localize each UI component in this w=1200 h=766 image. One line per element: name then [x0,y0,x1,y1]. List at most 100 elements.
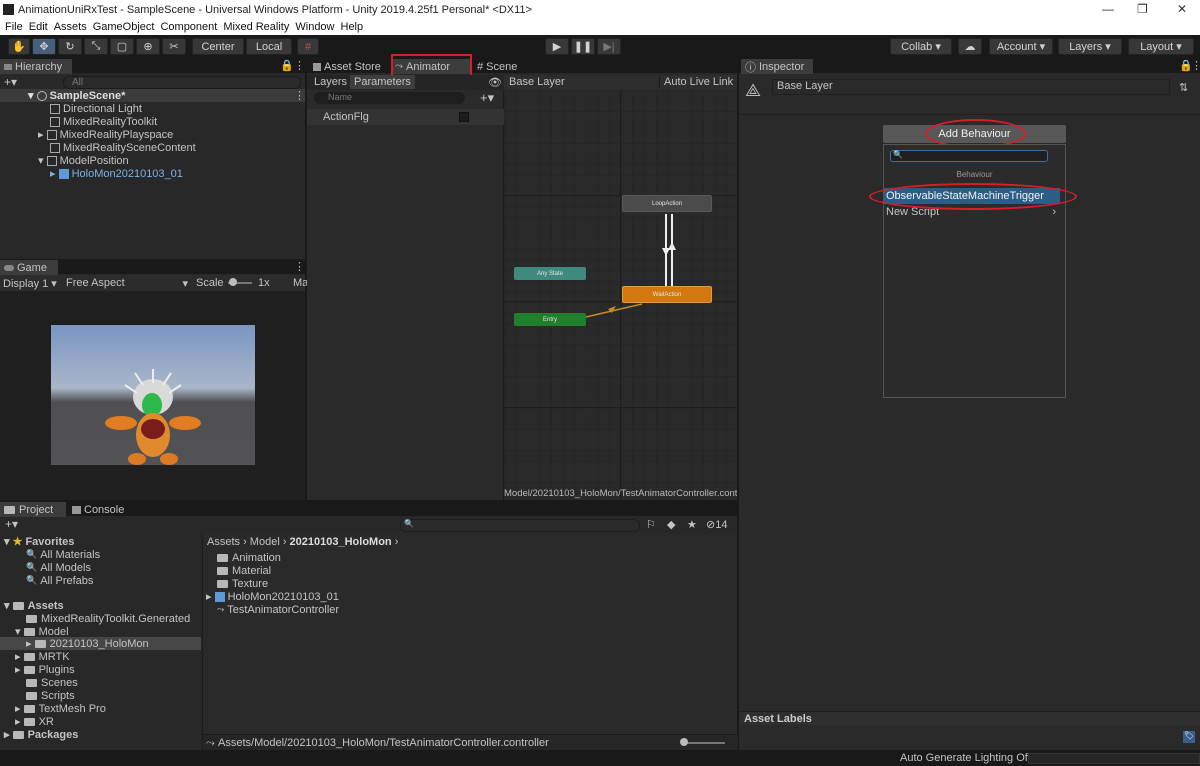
pause-button[interactable]: ❚❚ [571,38,595,55]
parameter-row[interactable]: ActionFlg [307,109,504,125]
cloud-icon[interactable]: ☁ [958,38,982,55]
state-any[interactable]: Any State [514,267,586,280]
game-kebab-icon[interactable]: ⋮ [294,260,305,273]
tree-folder-selected[interactable]: ▸ 20210103_HoloMon [26,637,149,651]
transform-tool-icon[interactable]: ⊕ [136,38,160,55]
hierarchy-search-input[interactable]: All [63,76,301,89]
asset-item[interactable]: Texture [217,577,268,590]
favorite-item[interactable]: 🔍 All Models [26,561,91,574]
tab-project[interactable]: Project [0,502,66,517]
state-graph[interactable]: LoopAction Any State WaitAction Entry Mo… [504,90,737,500]
icon-size-slider[interactable] [683,742,725,744]
layer-breadcrumb[interactable]: Base Layer [509,76,565,88]
hierarchy-item[interactable]: ▸ MixedRealityPlayspace [38,128,173,142]
tag-icon[interactable]: 🏷 [1183,731,1195,743]
state-waitaction[interactable]: WaitAction [622,286,712,303]
behaviour-search-input[interactable]: 🔍 [890,150,1048,162]
project-create-icon[interactable]: +▾ [5,517,18,531]
play-button[interactable]: ▶ [545,38,569,55]
asset-item[interactable]: Animation [217,551,281,564]
parameter-bool-checkbox[interactable] [459,112,469,122]
assets-node[interactable]: ▾ Assets [4,599,64,613]
hierarchy-item[interactable]: MixedRealitySceneContent [50,141,196,154]
menu-file[interactable]: File [5,21,23,33]
grid-snap-icon[interactable]: # [297,38,319,55]
scene-kebab-icon[interactable]: ⋮ [294,89,305,102]
layout-dropdown[interactable]: Layout ▾ [1128,38,1194,55]
favorite-star-icon[interactable]: ★ [687,518,697,531]
project-search-input[interactable]: 🔍 [400,519,640,532]
layers-dropdown[interactable]: Layers ▾ [1058,38,1122,55]
hierarchy-item[interactable]: Directional Light [50,102,142,115]
asset-item[interactable]: ⤳ TestAnimatorController [217,603,339,616]
menu-assets[interactable]: Assets [54,21,87,33]
tab-scene[interactable]: # Scene [473,59,533,74]
display-dropdown[interactable]: Display 1 ▾ [3,277,57,290]
asset-item[interactable]: Material [217,564,271,577]
pivot-local-button[interactable]: Local [246,38,292,55]
menu-component[interactable]: Component [160,21,217,33]
rotate-tool-icon[interactable]: ↻ [58,38,82,55]
favorites-node[interactable]: ▾ ★ Favorites [4,535,74,549]
tab-console[interactable]: Console [68,502,134,517]
tab-inspector[interactable]: ⓘ Inspector [741,59,813,74]
parameter-search-input[interactable]: Name [314,92,465,104]
scene-root[interactable]: ▾ SampleScene* [28,89,125,103]
custom-tool-icon[interactable]: ✂ [162,38,186,55]
tree-folder[interactable]: ▸ Plugins [15,663,75,677]
asset-item[interactable]: ▸ HoloMon20210103_01 [206,590,339,604]
eye-icon[interactable]: 👁 [488,76,502,89]
menu-edit[interactable]: Edit [29,21,48,33]
add-parameter-icon[interactable]: +▾ [480,90,494,106]
pivot-center-button[interactable]: Center [192,38,244,55]
tab-asset-store[interactable]: Asset Store [309,59,389,74]
parameters-subtab[interactable]: Parameters [350,75,415,89]
tree-folder[interactable]: Scripts [26,689,75,702]
icon-size-slider-thumb[interactable] [680,738,688,746]
hierarchy-item[interactable]: ▾ ModelPosition [38,154,129,168]
asset-labels-header[interactable]: Asset Labels [739,711,1200,725]
state-loopaction[interactable]: LoopAction [622,195,712,212]
tab-hierarchy[interactable]: Hierarchy [0,59,72,74]
tree-folder[interactable]: Scenes [26,676,78,689]
hierarchy-item-prefab[interactable]: ▸ HoloMon20210103_01 [50,167,183,181]
kebab-menu-icon[interactable]: ⋮ [294,59,305,72]
tab-game[interactable]: Game [0,260,58,275]
rect-tool-icon[interactable]: ▢ [110,38,134,55]
breadcrumb-item[interactable]: Assets [207,536,240,548]
create-plus-icon[interactable]: +▾ [4,75,17,89]
filter-type-icon[interactable]: ⚐ [646,518,656,531]
menu-help[interactable]: Help [341,21,364,33]
layers-subtab[interactable]: Layers [314,76,347,88]
tree-folder[interactable]: ▸ MRTK [15,650,70,664]
step-button[interactable]: ▶| [597,38,621,55]
auto-live-link-toggle[interactable]: Auto Live Link [659,76,733,88]
scale-tool-icon[interactable]: ⤡ [84,38,108,55]
aspect-dropdown[interactable]: Free Aspect ▾ [66,277,190,290]
hidden-packages-icon[interactable]: ⊘14 [706,518,727,531]
state-entry[interactable]: Entry [514,313,586,326]
favorite-item[interactable]: 🔍 All Materials [26,548,100,561]
maximize-icon[interactable]: ❐ [1137,2,1148,16]
menu-gameobject[interactable]: GameObject [93,21,155,33]
tree-folder[interactable]: MixedRealityToolkit.Generated [26,612,190,625]
hierarchy-item[interactable]: MixedRealityToolkit [50,115,157,128]
filter-label-icon[interactable]: ◆ [667,518,675,531]
tree-folder[interactable]: ▸ TextMesh Pro [15,702,106,716]
maximize-on-play-toggle[interactable]: Ma [293,277,308,289]
layer-name-field[interactable]: Base Layer [772,79,1170,95]
breadcrumb-item[interactable]: 20210103_HoloMon [290,536,392,548]
menu-window[interactable]: Window [295,21,334,33]
favorite-item[interactable]: 🔍 All Prefabs [26,574,93,587]
move-tool-icon[interactable]: ✥ [32,38,56,55]
close-icon[interactable]: ✕ [1177,2,1187,16]
scale-slider-thumb[interactable] [229,278,237,286]
inspector-kebab-icon[interactable]: ⋮ [1191,59,1200,72]
lock-icon[interactable]: 🔒 [280,59,294,72]
account-dropdown[interactable]: Account ▾ [989,38,1053,55]
collab-button[interactable]: Collab ▾ [890,38,952,55]
minimize-icon[interactable]: — [1102,2,1114,16]
packages-node[interactable]: ▸ Packages [4,728,78,742]
hand-tool-icon[interactable]: ✋ [8,38,30,55]
breadcrumb-item[interactable]: Model [250,536,280,548]
